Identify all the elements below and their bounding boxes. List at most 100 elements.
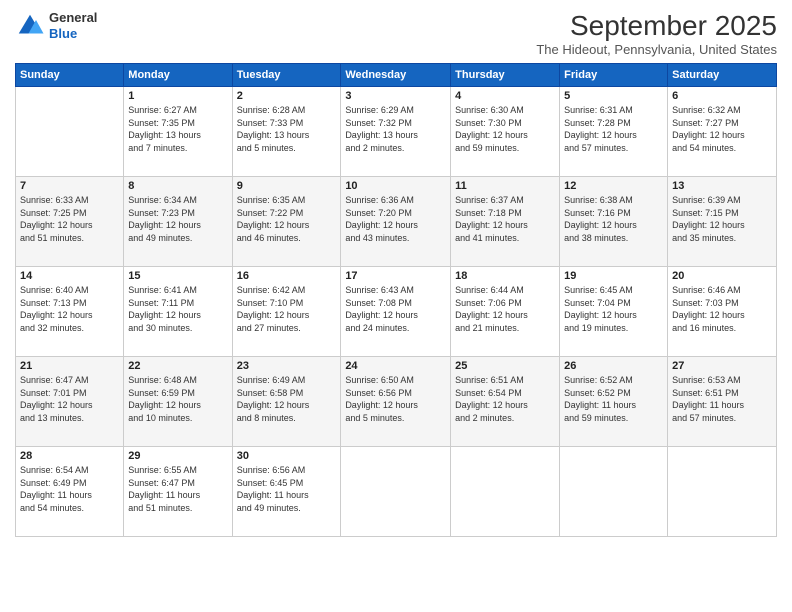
day-info: Sunrise: 6:49 AM Sunset: 6:58 PM Dayligh… (237, 374, 337, 424)
day-info: Sunrise: 6:48 AM Sunset: 6:59 PM Dayligh… (128, 374, 227, 424)
day-info: Sunrise: 6:38 AM Sunset: 7:16 PM Dayligh… (564, 194, 663, 244)
calendar-cell (341, 447, 451, 537)
day-info: Sunrise: 6:56 AM Sunset: 6:45 PM Dayligh… (237, 464, 337, 514)
day-info: Sunrise: 6:32 AM Sunset: 7:27 PM Dayligh… (672, 104, 772, 154)
calendar-cell: 2 Sunrise: 6:28 AM Sunset: 7:33 PM Daylig… (232, 87, 341, 177)
day-number: 29 (128, 450, 227, 462)
day-info: Sunrise: 6:47 AM Sunset: 7:01 PM Dayligh… (20, 374, 119, 424)
day-header-friday: Friday (560, 64, 668, 87)
day-info: Sunrise: 6:28 AM Sunset: 7:33 PM Dayligh… (237, 104, 337, 154)
day-header-monday: Monday (124, 64, 232, 87)
calendar-cell: 1 Sunrise: 6:27 AM Sunset: 7:35 PM Daylig… (124, 87, 232, 177)
calendar-cell: 25 Sunrise: 6:51 AM Sunset: 6:54 PM Dayli… (451, 357, 560, 447)
day-number: 28 (20, 450, 119, 462)
calendar-cell: 17 Sunrise: 6:43 AM Sunset: 7:08 PM Dayli… (341, 267, 451, 357)
calendar-cell: 4Sunrise: 6:30 AM Sunset: 7:30 PM Daylig… (451, 87, 560, 177)
day-info: Sunrise: 6:52 AM Sunset: 6:52 PM Dayligh… (564, 374, 663, 424)
day-info: Sunrise: 6:42 AM Sunset: 7:10 PM Dayligh… (237, 284, 337, 334)
day-number: 13 (672, 180, 772, 192)
week-row-1: 1 Sunrise: 6:27 AM Sunset: 7:35 PM Daylig… (16, 87, 777, 177)
calendar-table: SundayMondayTuesdayWednesdayThursdayFrid… (15, 63, 777, 537)
calendar-cell (560, 447, 668, 537)
day-header-tuesday: Tuesday (232, 64, 341, 87)
logo-text: General Blue (49, 10, 97, 41)
day-number: 11 (455, 180, 555, 192)
day-info: Sunrise: 6:50 AM Sunset: 6:56 PM Dayligh… (345, 374, 446, 424)
calendar-cell: 14 Sunrise: 6:40 AM Sunset: 7:13 PM Dayli… (16, 267, 124, 357)
day-number: 6 (672, 90, 772, 102)
calendar-cell: 24Sunrise: 6:50 AM Sunset: 6:56 PM Dayli… (341, 357, 451, 447)
day-number: 10 (345, 180, 446, 192)
week-row-3: 14 Sunrise: 6:40 AM Sunset: 7:13 PM Dayli… (16, 267, 777, 357)
calendar-cell (451, 447, 560, 537)
day-info: Sunrise: 6:53 AM Sunset: 6:51 PM Dayligh… (672, 374, 772, 424)
day-number: 23 (237, 360, 337, 372)
day-info: Sunrise: 6:43 AM Sunset: 7:08 PM Dayligh… (345, 284, 446, 334)
day-number: 15 (128, 270, 227, 282)
calendar-cell: 28 Sunrise: 6:54 AM Sunset: 6:49 PM Dayli… (16, 447, 124, 537)
calendar-cell: 21Sunrise: 6:47 AM Sunset: 7:01 PM Dayli… (16, 357, 124, 447)
week-row-2: 7Sunrise: 6:33 AM Sunset: 7:25 PM Daylig… (16, 177, 777, 267)
day-number: 26 (564, 360, 663, 372)
header-row: SundayMondayTuesdayWednesdayThursdayFrid… (16, 64, 777, 87)
logo-blue: Blue (49, 26, 97, 42)
day-number: 27 (672, 360, 772, 372)
day-info: Sunrise: 6:29 AM Sunset: 7:32 PM Dayligh… (345, 104, 446, 154)
day-info: Sunrise: 6:40 AM Sunset: 7:13 PM Dayligh… (20, 284, 119, 334)
week-row-4: 21Sunrise: 6:47 AM Sunset: 7:01 PM Dayli… (16, 357, 777, 447)
calendar-cell: 27 Sunrise: 6:53 AM Sunset: 6:51 PM Dayli… (668, 357, 777, 447)
day-info: Sunrise: 6:33 AM Sunset: 7:25 PM Dayligh… (20, 194, 119, 244)
calendar-cell: 19Sunrise: 6:45 AM Sunset: 7:04 PM Dayli… (560, 267, 668, 357)
calendar-cell: 22Sunrise: 6:48 AM Sunset: 6:59 PM Dayli… (124, 357, 232, 447)
header: General Blue September 2025 The Hideout,… (15, 10, 777, 57)
day-number: 30 (237, 450, 337, 462)
day-number: 1 (128, 90, 227, 102)
day-info: Sunrise: 6:51 AM Sunset: 6:54 PM Dayligh… (455, 374, 555, 424)
calendar-cell: 6 Sunrise: 6:32 AM Sunset: 7:27 PM Daylig… (668, 87, 777, 177)
day-number: 20 (672, 270, 772, 282)
day-info: Sunrise: 6:39 AM Sunset: 7:15 PM Dayligh… (672, 194, 772, 244)
day-info: Sunrise: 6:36 AM Sunset: 7:20 PM Dayligh… (345, 194, 446, 244)
day-info: Sunrise: 6:44 AM Sunset: 7:06 PM Dayligh… (455, 284, 555, 334)
day-number: 4 (455, 90, 555, 102)
calendar-cell: 9Sunrise: 6:35 AM Sunset: 7:22 PM Daylig… (232, 177, 341, 267)
calendar-cell: 16 Sunrise: 6:42 AM Sunset: 7:10 PM Dayli… (232, 267, 341, 357)
week-row-5: 28 Sunrise: 6:54 AM Sunset: 6:49 PM Dayli… (16, 447, 777, 537)
day-number: 16 (237, 270, 337, 282)
calendar-cell: 30 Sunrise: 6:56 AM Sunset: 6:45 PM Dayli… (232, 447, 341, 537)
day-info: Sunrise: 6:54 AM Sunset: 6:49 PM Dayligh… (20, 464, 119, 514)
day-header-wednesday: Wednesday (341, 64, 451, 87)
day-info: Sunrise: 6:45 AM Sunset: 7:04 PM Dayligh… (564, 284, 663, 334)
calendar-cell: 26 Sunrise: 6:52 AM Sunset: 6:52 PM Dayli… (560, 357, 668, 447)
day-info: Sunrise: 6:37 AM Sunset: 7:18 PM Dayligh… (455, 194, 555, 244)
month-year: September 2025 (536, 10, 777, 42)
logo-general: General (49, 10, 97, 26)
day-number: 14 (20, 270, 119, 282)
day-number: 25 (455, 360, 555, 372)
calendar-cell (668, 447, 777, 537)
day-info: Sunrise: 6:27 AM Sunset: 7:35 PM Dayligh… (128, 104, 227, 154)
calendar-cell: 15Sunrise: 6:41 AM Sunset: 7:11 PM Dayli… (124, 267, 232, 357)
day-info: Sunrise: 6:31 AM Sunset: 7:28 PM Dayligh… (564, 104, 663, 154)
day-number: 5 (564, 90, 663, 102)
day-number: 12 (564, 180, 663, 192)
calendar-cell: 18Sunrise: 6:44 AM Sunset: 7:06 PM Dayli… (451, 267, 560, 357)
calendar-cell: 11 Sunrise: 6:37 AM Sunset: 7:18 PM Dayli… (451, 177, 560, 267)
day-info: Sunrise: 6:35 AM Sunset: 7:22 PM Dayligh… (237, 194, 337, 244)
day-number: 8 (128, 180, 227, 192)
location: The Hideout, Pennsylvania, United States (536, 42, 777, 57)
day-number: 3 (345, 90, 446, 102)
calendar-cell: 20 Sunrise: 6:46 AM Sunset: 7:03 PM Dayli… (668, 267, 777, 357)
calendar-cell: 7Sunrise: 6:33 AM Sunset: 7:25 PM Daylig… (16, 177, 124, 267)
day-info: Sunrise: 6:46 AM Sunset: 7:03 PM Dayligh… (672, 284, 772, 334)
day-header-sunday: Sunday (16, 64, 124, 87)
day-number: 2 (237, 90, 337, 102)
calendar-cell: 5 Sunrise: 6:31 AM Sunset: 7:28 PM Daylig… (560, 87, 668, 177)
calendar-cell: 13 Sunrise: 6:39 AM Sunset: 7:15 PM Dayli… (668, 177, 777, 267)
day-header-thursday: Thursday (451, 64, 560, 87)
day-number: 17 (345, 270, 446, 282)
page-container: General Blue September 2025 The Hideout,… (0, 0, 792, 612)
calendar-cell (16, 87, 124, 177)
logo: General Blue (15, 10, 97, 41)
calendar-cell: 3 Sunrise: 6:29 AM Sunset: 7:32 PM Daylig… (341, 87, 451, 177)
